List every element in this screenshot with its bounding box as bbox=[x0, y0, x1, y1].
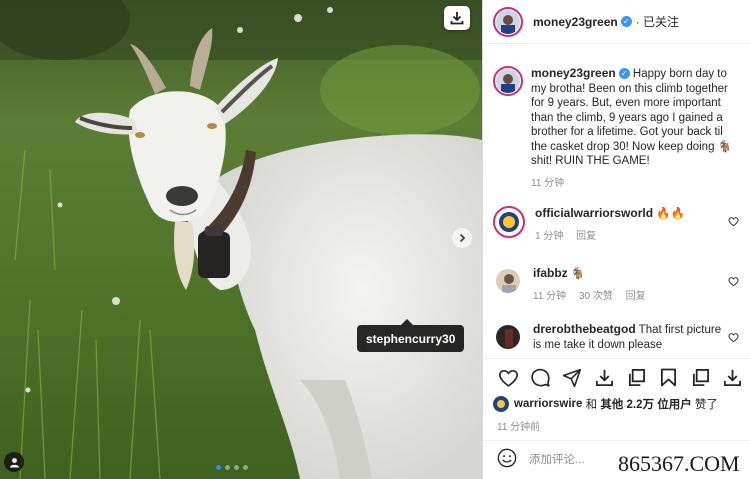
comment-button[interactable] bbox=[525, 363, 555, 393]
next-photo-button[interactable] bbox=[452, 228, 472, 248]
likes-suffix: 赞了 bbox=[694, 399, 718, 411]
carousel-dot bbox=[225, 465, 230, 470]
avatar-image bbox=[496, 269, 520, 293]
photo-user-tag[interactable]: stephencurry30 bbox=[357, 319, 465, 352]
download-image-button[interactable] bbox=[717, 363, 747, 393]
author-avatar[interactable] bbox=[493, 6, 523, 37]
avatar-image bbox=[493, 396, 509, 412]
warriors-logo-avatar bbox=[496, 209, 522, 235]
comment-text: 🐐 bbox=[570, 268, 586, 280]
heart-icon bbox=[728, 217, 739, 227]
heart-icon bbox=[728, 333, 739, 343]
comment-time[interactable]: 11 分钟 bbox=[533, 291, 566, 302]
comment-item: ifabbz 🐐 11 分钟 30 次赞 回复 bbox=[493, 266, 745, 304]
comment-like-button[interactable] bbox=[728, 214, 739, 232]
goat-photo bbox=[0, 0, 482, 479]
comment-likes-count[interactable]: 30 次赞 bbox=[579, 291, 613, 302]
copy-icon bbox=[692, 368, 709, 387]
comment-like-button[interactable] bbox=[728, 330, 739, 348]
comment-text: 🔥🔥 bbox=[656, 208, 685, 220]
comment-item: drerobthebeatgod That first picture is m… bbox=[493, 322, 745, 352]
comment-username[interactable]: drerobthebeatgod bbox=[533, 322, 636, 336]
comment-item: officialwarriorsworld 🔥🔥 1 分钟 回复 bbox=[493, 206, 745, 244]
tagged-users-button[interactable] bbox=[4, 452, 24, 472]
post-photo[interactable]: stephencurry30 bbox=[0, 0, 482, 479]
copy-button[interactable] bbox=[621, 363, 651, 393]
reply-button[interactable]: 回复 bbox=[626, 291, 646, 302]
paper-plane-icon bbox=[562, 368, 582, 387]
download-button[interactable] bbox=[444, 6, 470, 30]
like-button[interactable] bbox=[493, 363, 523, 393]
comment-bubble-icon bbox=[530, 368, 550, 387]
download-icon bbox=[595, 369, 613, 387]
post-caption: money23green ✓ Happy born day to my broth… bbox=[493, 66, 745, 191]
carousel-dot-active bbox=[216, 465, 221, 470]
likes-summary: warriorswire 和 其他 2.2万 位用户 赞了 bbox=[493, 396, 718, 412]
caption-username[interactable]: money23green bbox=[531, 66, 616, 80]
caption-time[interactable]: 11 分钟 bbox=[531, 178, 564, 189]
verified-icon: ✓ bbox=[620, 16, 632, 27]
share-button[interactable] bbox=[557, 363, 587, 393]
likes-others-count[interactable]: 其他 2.2万 位用户 bbox=[600, 396, 691, 412]
save-button[interactable] bbox=[653, 363, 683, 393]
bookmark-icon bbox=[660, 368, 676, 387]
download-icon bbox=[723, 369, 741, 387]
comment-avatar[interactable] bbox=[493, 322, 523, 352]
carousel-dot bbox=[234, 465, 239, 470]
download-icon bbox=[450, 12, 464, 25]
chevron-right-icon bbox=[459, 233, 466, 243]
comment-avatar[interactable] bbox=[493, 266, 523, 296]
smiley-icon bbox=[497, 448, 517, 467]
heart-icon bbox=[498, 369, 518, 387]
site-watermark: 865367.COM bbox=[616, 451, 742, 477]
author-username[interactable]: money23green bbox=[533, 15, 618, 29]
reply-button[interactable]: 回复 bbox=[576, 231, 596, 242]
verified-icon: ✓ bbox=[618, 68, 630, 80]
liker-username[interactable]: warriorswire bbox=[514, 398, 582, 410]
post-timestamp[interactable]: 11 分钟前 bbox=[497, 418, 540, 433]
download-post-button[interactable] bbox=[589, 363, 619, 393]
comment-time[interactable]: 1 分钟 bbox=[535, 231, 563, 242]
user-icon bbox=[9, 457, 19, 467]
avatar-image bbox=[496, 325, 520, 349]
post-header: money23green ✓ · 已关注 bbox=[483, 0, 750, 44]
comment-like-button[interactable] bbox=[728, 274, 739, 292]
comment-username[interactable]: ifabbz bbox=[533, 266, 568, 280]
avatar-image bbox=[496, 9, 520, 34]
avatar-image bbox=[496, 69, 520, 93]
carousel-indicator bbox=[216, 465, 248, 470]
comment-avatar[interactable] bbox=[493, 206, 525, 238]
likes-and: 和 bbox=[585, 399, 598, 411]
comment-username[interactable]: officialwarriorsworld bbox=[535, 206, 653, 220]
follow-status[interactable]: · 已关注 bbox=[636, 13, 679, 30]
carousel-dot bbox=[243, 465, 248, 470]
caption-text: Happy born day to my brotha! Been on thi… bbox=[531, 68, 732, 167]
post-action-bar bbox=[483, 358, 750, 396]
copy-link-button[interactable] bbox=[685, 363, 715, 393]
caption-avatar[interactable] bbox=[493, 66, 523, 96]
emoji-button[interactable] bbox=[497, 448, 517, 473]
copy-icon bbox=[628, 368, 645, 387]
heart-icon bbox=[728, 277, 739, 287]
post-side-panel: money23green ✓ · 已关注 money23green ✓ Happy… bbox=[482, 0, 750, 479]
liker-avatar[interactable] bbox=[493, 396, 509, 412]
